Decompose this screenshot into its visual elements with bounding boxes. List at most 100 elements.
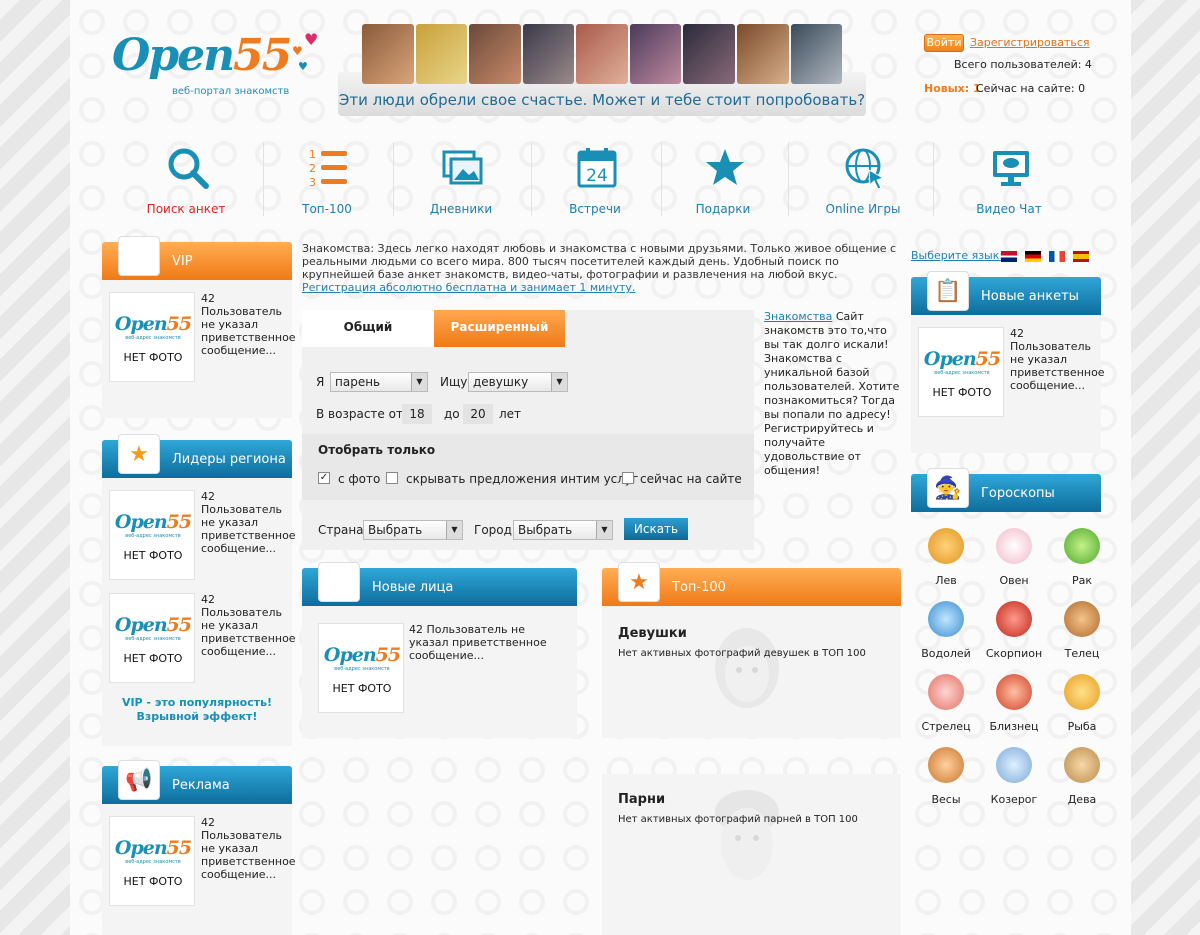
zodiac-virgo[interactable]: Дева (1047, 741, 1117, 811)
heart-icon: ♥ (298, 60, 308, 73)
tab-general[interactable]: Общий (302, 310, 434, 347)
dropdown-arrow-icon: ▼ (596, 521, 612, 539)
login-button[interactable]: Войти (924, 34, 964, 52)
profile-card-text: 42 Пользователь не указал приветственное… (201, 593, 296, 658)
register-info-link[interactable]: Регистрация абсолютно бесплатна и занима… (302, 281, 635, 294)
calendar-icon: 24 (577, 148, 617, 188)
zodiac-leo[interactable]: Лев (911, 522, 981, 592)
age-to-input[interactable]: 20 (463, 404, 493, 424)
monitor-chat-icon (993, 151, 1029, 186)
profile-card-text: 42 Пользователь не указал приветственное… (201, 292, 296, 357)
english-flag-icon[interactable] (1001, 251, 1017, 262)
couples-photo-strip (362, 24, 843, 84)
girls-empty-text: Нет активных фотографий девушек в ТОП 10… (618, 648, 866, 659)
nav-search[interactable]: Поиск анкет (126, 134, 246, 226)
new-profiles-box: 📋 Новые анкеты Open55 веб-адрес знакомст… (911, 271, 1105, 453)
profile-card-text: 42 Пользователь не указал приветственное… (1010, 327, 1105, 392)
vip-box: ♛ VIP Open55 веб-адрес знакомств НЕТ ФОТ… (102, 236, 296, 418)
site-logo[interactable]: Open55 веб-портал знакомств ♥ ♥ ♥ (112, 30, 332, 110)
leaders-box: ★ Лидеры региона Open55 веб-адрес знаком… (102, 434, 296, 746)
zodiac-capricorn[interactable]: Козерог (979, 741, 1049, 811)
heart-icon: ♥ (304, 30, 319, 49)
globe-cursor-icon (845, 148, 885, 190)
nav-online-games[interactable]: Online Игры (803, 134, 923, 226)
auth-panel: Войти Зарегистрироваться Всего пользоват… (920, 34, 1092, 100)
nav-diaries[interactable]: Дневники (401, 134, 521, 226)
nav-meetings[interactable]: 24 Встречи (535, 134, 655, 226)
language-selector: Выберите язык: (911, 249, 1101, 265)
tab-advanced[interactable]: Расширенный (434, 310, 565, 347)
profile-card[interactable]: Open55 веб-адрес знакомств НЕТ ФОТО (109, 593, 195, 683)
gender-select[interactable]: парень ▼ (330, 372, 428, 392)
register-link[interactable]: Зарегистрироваться (970, 36, 1090, 49)
profile-card-text: 42 Пользователь не указал приветственное… (409, 623, 547, 662)
nav-top100[interactable]: 123 Топ-100 (267, 134, 387, 226)
profile-document-icon: 📋 (927, 271, 969, 311)
vip-promo-link[interactable]: VIP - это популярность! Взрывной эффект! (112, 696, 282, 724)
top100-boys-box: Парни Нет активных фотографий парней в Т… (602, 774, 901, 935)
dating-link[interactable]: Знакомства (764, 310, 832, 323)
profile-card-text: 42 Пользователь не указал приветственное… (201, 490, 296, 555)
dropdown-arrow-icon: ▼ (411, 373, 427, 391)
total-users: Всего пользователей: 4 (954, 58, 1092, 71)
spanish-flag-icon[interactable] (1073, 251, 1089, 262)
zodiac-gemini[interactable]: Близнец (979, 668, 1049, 738)
zodiac-scorpio[interactable]: Скорпион (979, 595, 1049, 665)
zodiac-taurus[interactable]: Телец (1047, 595, 1117, 665)
heart-icon: ♥ (292, 44, 303, 58)
new-users-count: Новых: 1 (924, 82, 981, 95)
filter-title: Отобрать только (318, 443, 436, 457)
zodiac-sagittarius[interactable]: Стрелец (911, 668, 981, 738)
ranking-list-icon: 123 (309, 148, 347, 189)
seek-gender-select[interactable]: девушку ▼ (468, 372, 568, 392)
boys-empty-text: Нет активных фотографий парней в ТОП 100 (618, 814, 858, 825)
search-icon (168, 148, 209, 189)
online-now-checkbox[interactable] (622, 472, 634, 484)
zodiac-libra[interactable]: Весы (911, 741, 981, 811)
girl-avatar-icon (715, 628, 779, 708)
boy-avatar-icon (715, 790, 779, 880)
photos-icon (442, 150, 483, 185)
with-photo-checkbox[interactable]: ✓ (318, 472, 330, 484)
ads-box: 📢 Реклама Open55 веб-адрес знакомств НЕТ… (102, 760, 296, 935)
new-faces-box: ☺ Новые лица Open55 веб-адрес знакомств … (302, 562, 577, 738)
french-flag-icon[interactable] (1049, 251, 1065, 262)
profile-card[interactable]: Open55 веб-адрес знакомств НЕТ ФОТО (318, 623, 404, 713)
profile-card[interactable]: Open55 веб-адрес знакомств НЕТ ФОТО (109, 490, 195, 580)
german-flag-icon[interactable] (1025, 251, 1041, 262)
svg-text:1: 1 (309, 148, 316, 161)
svg-text:3: 3 (309, 176, 316, 189)
intro-text: Знакомства: Здесь легко находят любовь и… (302, 242, 897, 294)
nav-gifts[interactable]: Подарки (663, 134, 783, 226)
nav-video-chat[interactable]: Видео Чат (949, 134, 1069, 226)
wizard-hat-icon: 🧙 (927, 468, 969, 508)
star-icon (706, 149, 744, 185)
header-banner: Эти люди обрели свое счастье. Может и те… (338, 14, 866, 116)
age-from-input[interactable]: 18 (402, 404, 432, 424)
profile-card[interactable]: Open55 веб-адрес знакомств НЕТ ФОТО (918, 327, 1004, 417)
zodiac-aquarius[interactable]: Водолей (911, 595, 981, 665)
search-form: Общий Расширенный Я парень ▼ Ищу девушку ▼… (302, 310, 754, 550)
smiley-face-icon: ☺ (318, 562, 360, 602)
zodiac-pisces[interactable]: Рыба (1047, 668, 1117, 738)
profile-card-text: 42 Пользователь не указал приветственное… (201, 816, 296, 881)
crown-icon: ♛ (118, 236, 160, 276)
search-button[interactable]: Искать (624, 518, 688, 540)
country-select[interactable]: Выбрать ▼ (363, 520, 463, 540)
star-badge-icon: ★ (118, 434, 160, 474)
hide-intim-checkbox[interactable] (386, 472, 398, 484)
megaphone-icon: 📢 (118, 760, 160, 800)
zodiac-cancer[interactable]: Рак (1047, 522, 1117, 592)
profile-card[interactable]: Open55 веб-адрес знакомств НЕТ ФОТО (109, 292, 195, 382)
profile-card[interactable]: Open55 веб-адрес знакомств НЕТ ФОТО (109, 816, 195, 906)
online-users: Сейчас на сайте: 0 (976, 82, 1086, 95)
page-container: Open55 веб-портал знакомств ♥ ♥ ♥ Эти лю… (70, 0, 1131, 935)
horoscopes-box: 🧙 Гороскопы Лев Овен Рак Водолей Скорпио… (911, 468, 1101, 814)
zodiac-aries[interactable]: Овен (979, 522, 1049, 592)
city-select[interactable]: Выбрать ▼ (513, 520, 613, 540)
banner-tagline: Эти люди обрели свое счастье. Может и те… (338, 91, 866, 109)
main-navigation: Поиск анкет 123 Топ-100 Дневники 24 Встр… (110, 134, 1120, 226)
top100-box: ★ Топ-100 Девушки Нет активных фотографи… (602, 562, 901, 738)
svg-text:24: 24 (586, 166, 608, 186)
logo-subtitle: веб-портал знакомств (172, 86, 290, 97)
